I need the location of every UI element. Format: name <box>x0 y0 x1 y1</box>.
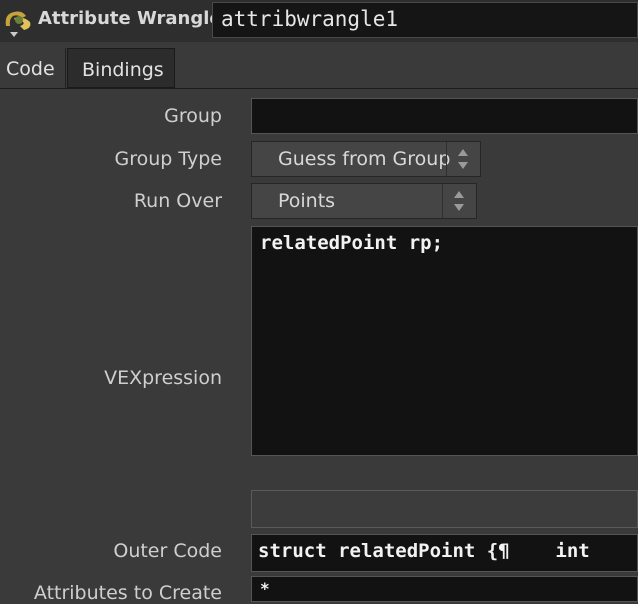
up-down-arrows-icon <box>446 142 480 176</box>
group-field[interactable] <box>251 98 638 134</box>
vexpression-label: VEXpression <box>104 367 222 389</box>
vexpression-resize-bar[interactable] <box>251 490 638 528</box>
group-type-label: Group Type <box>114 148 222 170</box>
group-type-menu[interactable]: Guess from Group <box>251 141 481 177</box>
run-over-menu[interactable]: Points <box>251 183 477 219</box>
group-label: Group <box>164 105 222 127</box>
group-type-value: Guess from Group <box>278 148 451 170</box>
run-over-value: Points <box>278 190 336 212</box>
tab-bindings[interactable]: Bindings <box>67 48 175 88</box>
attributes-to-create-label: Attributes to Create <box>33 582 222 604</box>
node-name-input[interactable]: attribwrangle1 <box>212 2 638 38</box>
node-header: Attribute Wrangle attribwrangle1 <box>0 0 638 42</box>
vexpression-editor[interactable]: relatedPoint rp; <box>251 226 638 456</box>
node-type-label: Attribute Wrangle <box>38 8 222 29</box>
run-over-label: Run Over <box>133 190 222 212</box>
tab-bar: Code Bindings <box>0 46 638 89</box>
outer-code-field[interactable]: struct relatedPoint {¶ int <box>251 534 638 572</box>
attributes-to-create-field[interactable]: * <box>251 576 638 602</box>
up-down-arrows-icon <box>442 184 476 218</box>
tab-code[interactable]: Code <box>0 48 66 88</box>
wrangle-node-icon[interactable] <box>2 4 34 38</box>
outer-code-label: Outer Code <box>113 540 222 562</box>
